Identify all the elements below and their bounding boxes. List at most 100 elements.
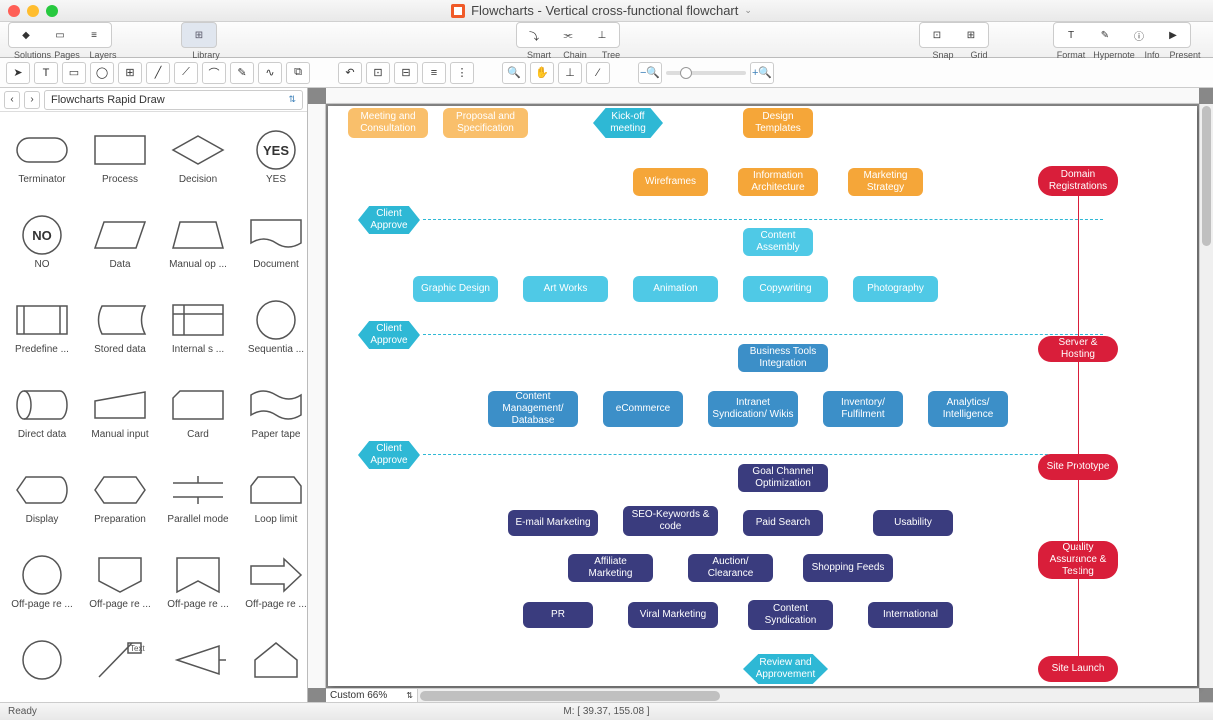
node-client-approve-1[interactable]: Client Approve	[358, 206, 420, 234]
node-domain-reg[interactable]: Domain Registrations	[1038, 166, 1118, 196]
shape-cylinder[interactable]: Direct data	[4, 371, 80, 454]
node-marketing[interactable]: Marketing Strategy	[848, 168, 923, 196]
zoom-in-button[interactable]: +🔍	[750, 62, 774, 84]
node-international[interactable]: International	[868, 602, 953, 628]
shape-offpage1[interactable]: Off-page re ...	[4, 541, 80, 624]
group-button[interactable]: ⊡	[366, 62, 390, 84]
shape-terminator[interactable]: Terminator	[4, 116, 80, 199]
node-goal-channel[interactable]: Goal Channel Optimization	[738, 464, 828, 492]
shape-hexagon[interactable]: Preparation	[82, 456, 158, 539]
tree-button[interactable]: ⊥	[586, 24, 618, 46]
node-viral[interactable]: Viral Marketing	[628, 602, 718, 628]
node-pr[interactable]: PR	[523, 602, 593, 628]
zoom-slider[interactable]	[666, 71, 746, 75]
crop-tool[interactable]: ⧉	[286, 62, 310, 84]
shape-internal[interactable]: Internal s ...	[160, 286, 236, 369]
lib-back-button[interactable]: ‹	[4, 91, 20, 109]
shape-document[interactable]: Document	[238, 201, 307, 284]
pages-button[interactable]: ▭	[44, 24, 76, 46]
shape-stored[interactable]: Stored data	[82, 286, 158, 369]
shape-tape[interactable]: Paper tape	[238, 371, 307, 454]
connector-tool[interactable]: ⟋	[174, 62, 198, 84]
node-content-synd[interactable]: Content Syndication	[748, 600, 833, 630]
node-info-arch[interactable]: Information Architecture	[738, 168, 818, 196]
format-button[interactable]: T	[1055, 24, 1087, 46]
node-proposal[interactable]: Proposal and Specification	[443, 108, 528, 138]
shape-circle-text[interactable]: YESYES	[238, 116, 307, 199]
solutions-button[interactable]: ◆	[10, 24, 42, 46]
zoom-indicator[interactable]: Custom 66%⇅	[326, 689, 418, 703]
zoom-out-button[interactable]: −🔍	[638, 62, 662, 84]
shape-trapezoid[interactable]: Manual op ...	[160, 201, 236, 284]
node-photography[interactable]: Photography	[853, 276, 938, 302]
node-ecommerce[interactable]: eCommerce	[603, 391, 683, 427]
shape-loop[interactable]: Loop limit	[238, 456, 307, 539]
minimize-button[interactable]	[27, 5, 39, 17]
align-button[interactable]: ≡	[422, 62, 446, 84]
lib-forward-button[interactable]: ›	[24, 91, 40, 109]
snap-button[interactable]: ⊡	[921, 24, 953, 46]
hypernote-button[interactable]: ✎	[1089, 24, 1121, 46]
table-tool[interactable]: ⊞	[118, 62, 142, 84]
shape-arrow-right[interactable]: Off-page re ...	[238, 541, 307, 624]
shape-parallel[interactable]: Parallel mode	[160, 456, 236, 539]
shape-predefined[interactable]: Predefine ...	[4, 286, 80, 369]
present-button[interactable]: ▶	[1157, 24, 1189, 46]
shape-card[interactable]: Card	[160, 371, 236, 454]
shape-text-note[interactable]: Text	[82, 626, 158, 698]
shape-parallelogram[interactable]: Data	[82, 201, 158, 284]
shape-circle[interactable]: Sequentia ...	[238, 286, 307, 369]
chevron-down-icon[interactable]: ⌄	[744, 5, 752, 16]
shape-circle-text[interactable]: NONO	[4, 201, 80, 284]
node-biz-tools[interactable]: Business Tools Integration	[738, 344, 828, 372]
bezier-tool[interactable]: ∿	[258, 62, 282, 84]
pan-tool[interactable]: ✋	[530, 62, 554, 84]
node-shopping-feeds[interactable]: Shopping Feeds	[803, 554, 893, 582]
node-analytics[interactable]: Analytics/ Intelligence	[928, 391, 1008, 427]
scroll-h-track[interactable]	[418, 691, 1199, 701]
shape-offpage2[interactable]: Off-page re ...	[82, 541, 158, 624]
node-graphic-design[interactable]: Graphic Design	[413, 276, 498, 302]
node-seo[interactable]: SEO-Keywords & code	[623, 506, 718, 536]
grid-button[interactable]: ⊞	[955, 24, 987, 46]
node-design-templates[interactable]: Design Templates	[743, 108, 813, 138]
arc-tool[interactable]: ⌒	[202, 62, 226, 84]
shape-offpage3[interactable]: Off-page re ...	[160, 541, 236, 624]
node-auction[interactable]: Auction/ Clearance	[688, 554, 773, 582]
shape-house[interactable]	[238, 626, 307, 698]
library-dropdown[interactable]: Flowcharts Rapid Draw ⇅	[44, 90, 303, 110]
node-kickoff[interactable]: Kick-off meeting	[593, 108, 663, 138]
ellipse-tool[interactable]: ◯	[90, 62, 114, 84]
scrollbar-vertical[interactable]	[1199, 104, 1213, 688]
shape-diamond[interactable]: Decision	[160, 116, 236, 199]
node-cms[interactable]: Content Management/ Database	[488, 391, 578, 427]
node-intranet[interactable]: Intranet Syndication/ Wikis	[708, 391, 798, 427]
node-site-launch[interactable]: Site Launch	[1038, 656, 1118, 682]
stamp-tool[interactable]: ⊥	[558, 62, 582, 84]
node-review[interactable]: Review and Approvement	[743, 654, 828, 684]
node-animation[interactable]: Animation	[633, 276, 718, 302]
node-meeting[interactable]: Meeting and Consultation	[348, 108, 428, 138]
shape-circle[interactable]	[4, 626, 80, 698]
canvas-page[interactable]: Meeting and Consultation Proposal and Sp…	[328, 106, 1197, 686]
library-button[interactable]: ⊞	[183, 24, 215, 46]
node-email-mkt[interactable]: E-mail Marketing	[508, 510, 598, 536]
node-client-approve-3[interactable]: Client Approve	[358, 441, 420, 469]
layers-button[interactable]: ≡	[78, 24, 110, 46]
line-tool[interactable]: ╱	[146, 62, 170, 84]
node-artworks[interactable]: Art Works	[523, 276, 608, 302]
fullscreen-button[interactable]	[46, 5, 58, 17]
eyedropper-tool[interactable]: ⁄	[586, 62, 610, 84]
shape-manual-input[interactable]: Manual input	[82, 371, 158, 454]
node-usability[interactable]: Usability	[873, 510, 953, 536]
pen-tool[interactable]: ✎	[230, 62, 254, 84]
distribute-button[interactable]: ⋮	[450, 62, 474, 84]
node-affiliate[interactable]: Affiliate Marketing	[568, 554, 653, 582]
node-inventory[interactable]: Inventory/ Fulfilment	[823, 391, 903, 427]
shape-triangle[interactable]	[160, 626, 236, 698]
shape-display[interactable]: Display	[4, 456, 80, 539]
zoom-tool[interactable]: 🔍	[502, 62, 526, 84]
pointer-tool[interactable]: ➤	[6, 62, 30, 84]
node-wireframes[interactable]: Wireframes	[633, 168, 708, 196]
info-button[interactable]: ⓘ	[1123, 24, 1155, 46]
